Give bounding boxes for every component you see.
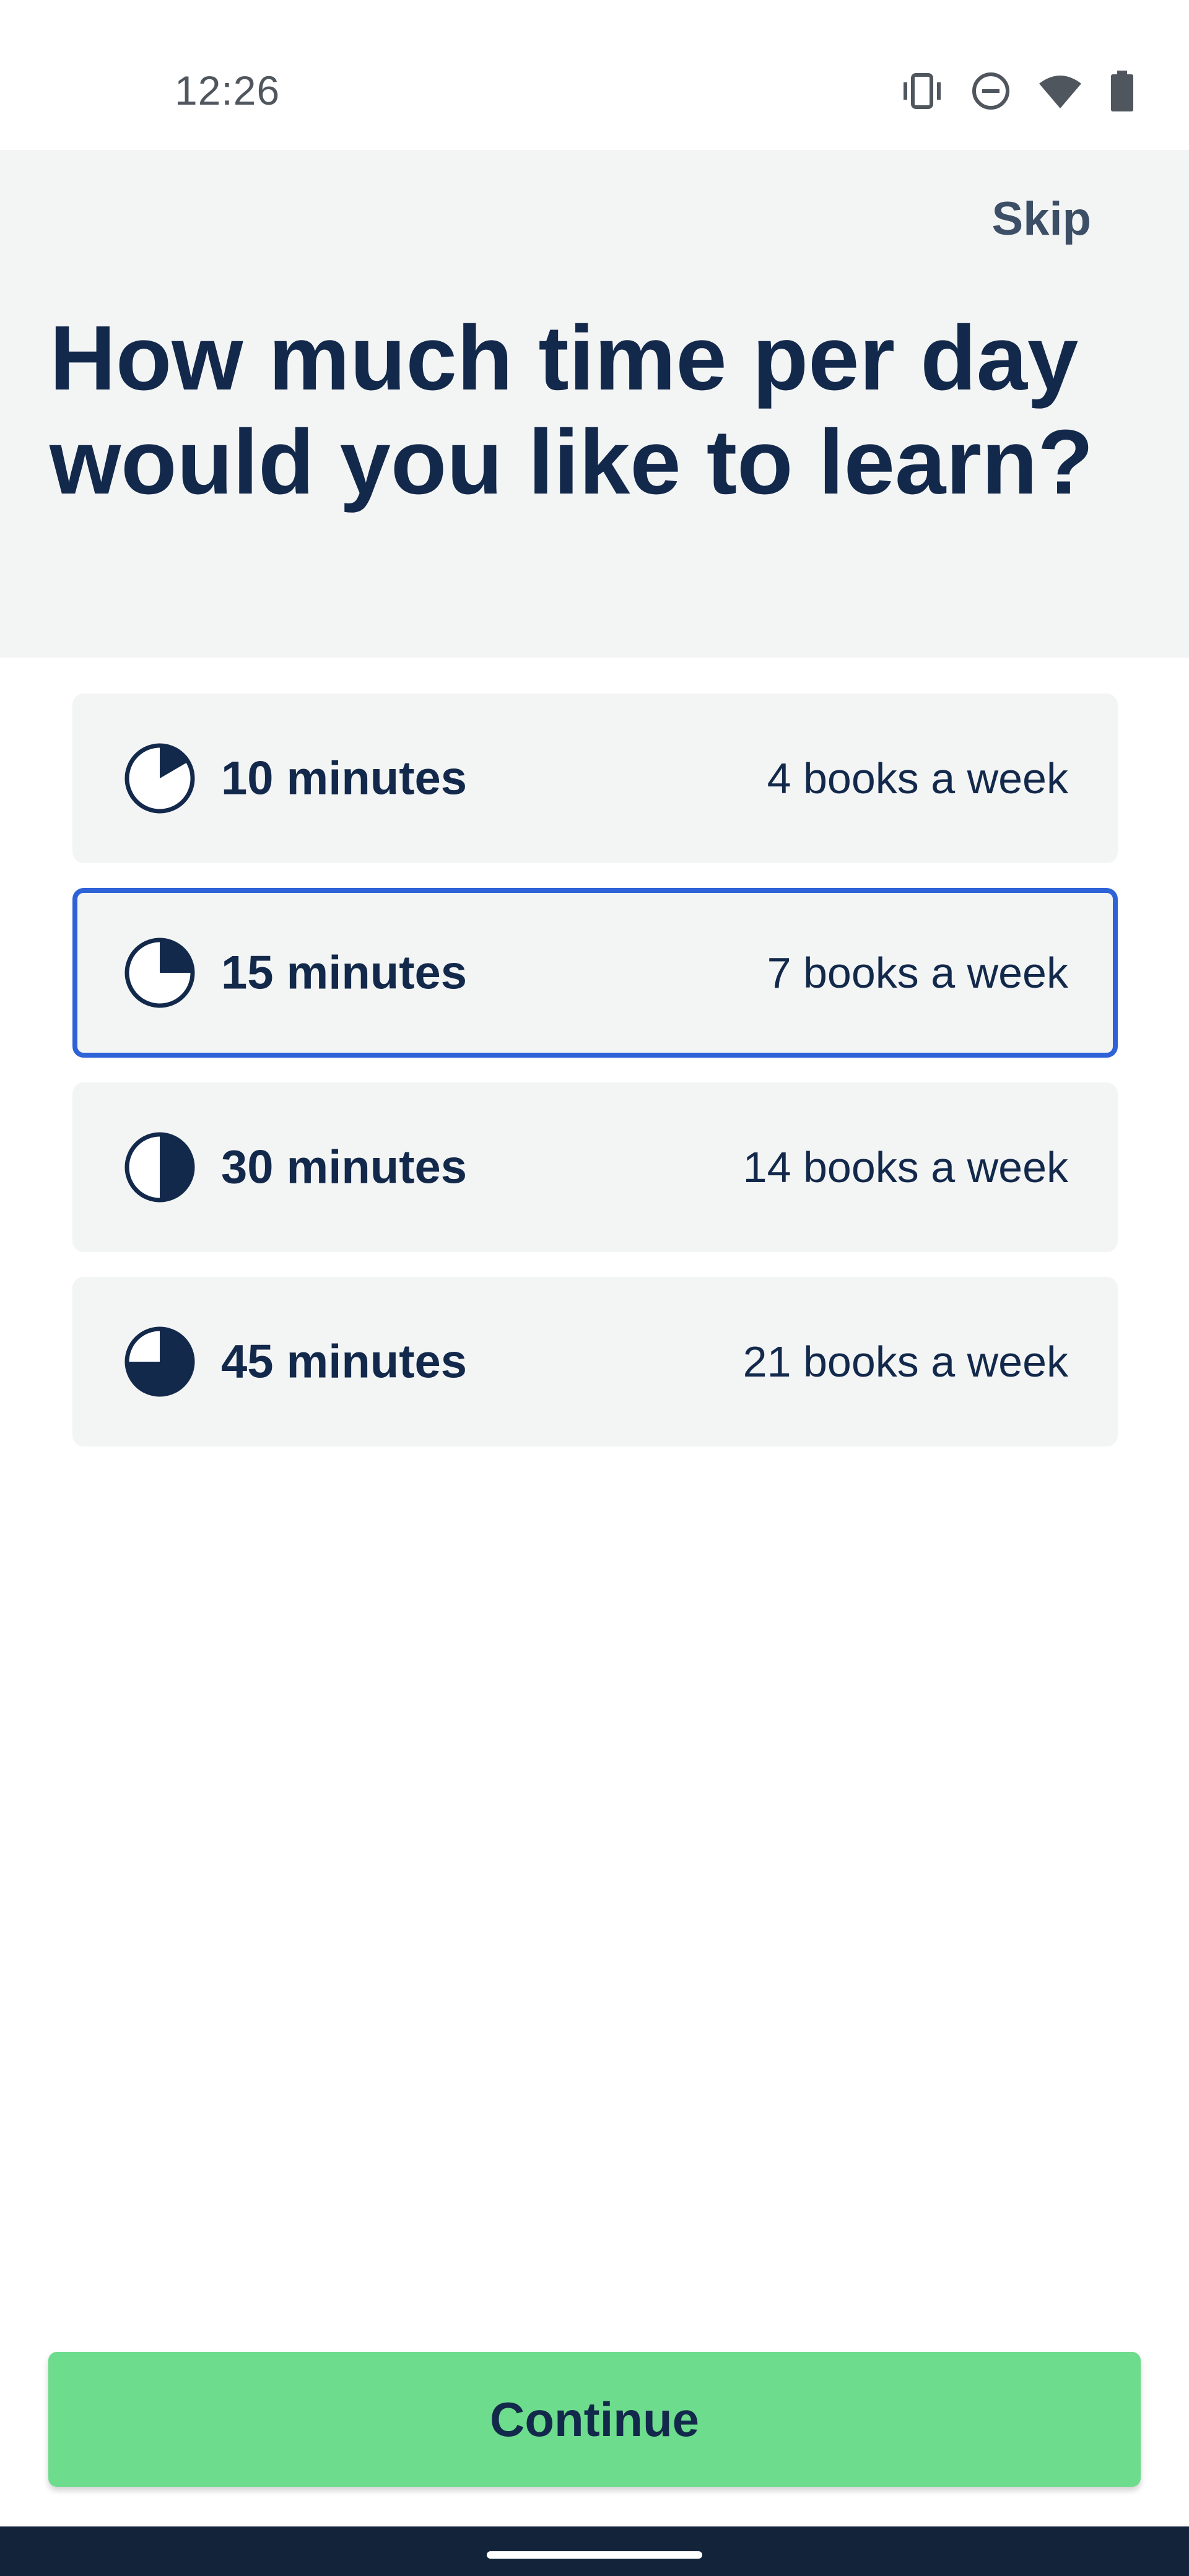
option-books-count: 21 books a week	[743, 1338, 1068, 1386]
option-15-minutes[interactable]: 15 minutes 7 books a week	[72, 888, 1118, 1058]
page-title: How much time per day would you like to …	[50, 307, 1152, 515]
wifi-icon	[1038, 72, 1082, 110]
clock-pie-icon	[124, 1326, 195, 1397]
do-not-disturb-icon	[971, 71, 1011, 111]
header-wave	[0, 533, 1189, 625]
option-label: 30 minutes	[221, 1141, 468, 1194]
option-books-count: 14 books a week	[743, 1143, 1068, 1191]
status-bar: 12:26	[0, 0, 1189, 150]
option-30-minutes[interactable]: 30 minutes 14 books a week	[72, 1082, 1118, 1252]
option-10-minutes[interactable]: 10 minutes 4 books a week	[72, 694, 1118, 863]
battery-icon	[1110, 71, 1135, 111]
clock-pie-icon	[124, 938, 195, 1008]
navigation-bar	[0, 2526, 1189, 2576]
clock-pie-icon	[124, 1132, 195, 1203]
title-line-1: How much time per day	[50, 307, 1079, 409]
clock-filled-sector	[160, 1134, 193, 1200]
time-options-list: 10 minutes 4 books a week 15 minutes 7 b…	[72, 694, 1118, 1471]
option-books-count: 7 books a week	[767, 949, 1068, 997]
clock-filled-sector	[160, 940, 193, 973]
title-line-2: would you like to learn?	[50, 411, 1094, 513]
skip-button[interactable]: Skip	[992, 192, 1092, 246]
option-label: 10 minutes	[221, 752, 468, 805]
continue-button[interactable]: Continue	[48, 2352, 1141, 2487]
home-gesture-handle[interactable]	[487, 2551, 702, 2559]
option-label: 45 minutes	[221, 1335, 468, 1388]
clock-pie-icon	[124, 743, 195, 814]
option-label: 15 minutes	[221, 946, 468, 999]
status-time: 12:26	[175, 67, 281, 113]
vibrate-icon	[900, 72, 944, 110]
option-45-minutes[interactable]: 45 minutes 21 books a week	[72, 1277, 1118, 1447]
status-icons	[900, 69, 1135, 113]
option-books-count: 4 books a week	[767, 754, 1068, 803]
